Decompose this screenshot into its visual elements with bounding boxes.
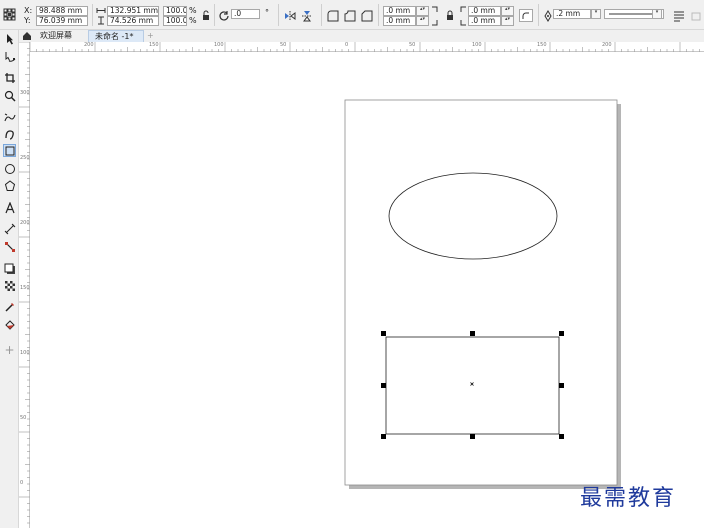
selection-handle-bottom-right[interactable] xyxy=(559,434,564,439)
selection-handle-left[interactable] xyxy=(381,383,386,388)
more-options-icon[interactable] xyxy=(690,9,703,22)
selection-handle-top-left[interactable] xyxy=(381,331,386,336)
corner-radius-bottom-left[interactable]: .0 mm xyxy=(383,16,416,26)
lock-ratio-icon[interactable] xyxy=(199,9,212,22)
ruler-tick-label: 0 xyxy=(345,42,349,48)
ruler-tick-label: 100 xyxy=(472,42,482,48)
degree-label: ° xyxy=(265,8,269,17)
percent-label: % xyxy=(189,16,197,25)
tab-welcome-screen[interactable]: 欢迎屏幕 xyxy=(34,30,84,42)
drawing-canvas[interactable] xyxy=(30,52,704,528)
rectangle-tool-icon[interactable] xyxy=(3,144,16,157)
mirror-vertical-icon[interactable] xyxy=(300,9,313,22)
selection-handle-bottom[interactable] xyxy=(470,434,475,439)
home-icon[interactable] xyxy=(22,31,32,41)
ruler-tick-label: 100 xyxy=(214,42,224,48)
scale-height-field[interactable]: 100.0 xyxy=(163,16,187,26)
separator xyxy=(378,4,379,26)
connector-tool-icon[interactable] xyxy=(3,240,16,253)
percent-label: % xyxy=(189,6,197,15)
toolbox: + xyxy=(0,30,19,528)
crop-tool-icon[interactable] xyxy=(3,71,16,84)
rotation-angle-field[interactable]: .0 xyxy=(231,9,260,19)
mirror-horizontal-icon[interactable] xyxy=(283,9,296,22)
ruler-tick-label: 50 xyxy=(280,42,287,48)
ruler-tick-label: 50 xyxy=(20,415,27,421)
separator xyxy=(92,4,93,26)
document-tab-bar: 欢迎屏幕 未命名 -1* + xyxy=(0,30,704,42)
ellipse-tool-icon[interactable] xyxy=(3,162,16,175)
x-position-field[interactable]: 98.488 mm xyxy=(36,6,88,16)
shape-tool-icon[interactable] xyxy=(3,50,16,63)
height-icon xyxy=(96,16,106,25)
scale-width-field[interactable]: 100.0 xyxy=(163,6,187,16)
separator xyxy=(538,4,539,26)
transparency-tool-icon[interactable] xyxy=(3,279,16,292)
selection-handle-bottom-left[interactable] xyxy=(381,434,386,439)
watermark-text: 最需教育 xyxy=(580,486,677,511)
ruler-tick-label: 300 xyxy=(20,90,30,96)
selection-handle-right[interactable] xyxy=(559,383,564,388)
ruler-tick-label: 150 xyxy=(149,42,159,48)
pick-tool-icon[interactable] xyxy=(3,32,16,45)
corner-spin-top-right[interactable]: ▴▾ xyxy=(501,6,514,16)
rotate-icon xyxy=(217,9,230,22)
corner-spin-bottom-left[interactable]: ▴▾ xyxy=(416,16,429,26)
ruler-tick-label: 100 xyxy=(20,350,30,356)
text-tool-icon[interactable] xyxy=(3,201,16,214)
height-field[interactable]: 74.526 mm xyxy=(107,16,159,26)
corner-radius-top-left[interactable]: .0 mm xyxy=(383,6,416,16)
vertical-ruler[interactable]: 300 250 200 150 100 50 0 xyxy=(19,42,30,528)
corner-radius-bottom-right[interactable]: .0 mm xyxy=(468,16,501,26)
lock-corners-icon[interactable] xyxy=(443,9,456,22)
ruler-tick-label: 150 xyxy=(20,285,30,291)
line-style-arrow[interactable]: ▾ xyxy=(652,9,662,19)
selection-handle-top[interactable] xyxy=(470,331,475,336)
ruler-tick-label: 250 xyxy=(20,155,30,161)
artistic-media-tool-icon[interactable] xyxy=(3,127,16,140)
ruler-tick-label: 200 xyxy=(84,42,94,48)
corner-spin-bottom-right[interactable]: ▴▾ xyxy=(501,16,514,26)
separator xyxy=(321,4,322,26)
ruler-tick-label: 200 xyxy=(602,42,612,48)
ruler-tick-label: 200 xyxy=(20,220,30,226)
interactive-fill-tool-icon[interactable] xyxy=(3,318,16,331)
freehand-tool-icon[interactable] xyxy=(3,110,16,123)
outline-width-dropdown[interactable]: ▾ xyxy=(591,9,601,19)
add-tool-icon[interactable]: + xyxy=(3,343,16,357)
width-icon xyxy=(96,6,106,15)
ruler-tick-label: 150 xyxy=(537,42,547,48)
zoom-tool-icon[interactable] xyxy=(3,89,16,102)
corner-indicator-icon xyxy=(458,6,467,26)
drop-shadow-tool-icon[interactable] xyxy=(3,262,16,275)
property-bar: X: Y: 98.488 mm 76.039 mm 132.951 mm 74.… xyxy=(0,0,704,30)
y-label: Y: xyxy=(24,16,31,25)
object-origin-icon[interactable] xyxy=(3,8,16,21)
corner-spin-top-left[interactable]: ▴▾ xyxy=(416,6,429,16)
corner-indicator-icon xyxy=(431,6,440,26)
tab-untitled-1[interactable]: 未命名 -1* xyxy=(88,30,144,42)
separator xyxy=(214,4,215,26)
y-position-field[interactable]: 76.039 mm xyxy=(36,16,88,26)
text-wrap-icon[interactable] xyxy=(672,9,685,22)
corner-radius-top-right[interactable]: .0 mm xyxy=(468,6,501,16)
horizontal-ruler[interactable]: 200 150 100 50 0 50 100 150 200 xyxy=(30,42,704,52)
eyedropper-tool-icon[interactable] xyxy=(3,300,16,313)
new-tab-button[interactable]: + xyxy=(145,30,155,42)
ruler-tick-label: 0 xyxy=(20,480,24,486)
selection-handle-top-right[interactable] xyxy=(559,331,564,336)
relative-corner-scaling-icon[interactable] xyxy=(519,9,533,22)
ruler-tick-label: 50 xyxy=(409,42,416,48)
scalloped-corner-icon[interactable] xyxy=(343,9,356,22)
parallel-dimension-tool-icon[interactable] xyxy=(3,222,16,235)
width-field[interactable]: 132.951 mm xyxy=(107,6,159,16)
outline-width-field[interactable]: .2 mm xyxy=(553,9,591,19)
separator xyxy=(278,4,279,26)
round-corner-icon[interactable] xyxy=(326,9,339,22)
polygon-tool-icon[interactable] xyxy=(3,179,16,192)
x-label: X: xyxy=(24,6,33,15)
chamfered-corner-icon[interactable] xyxy=(360,9,373,22)
